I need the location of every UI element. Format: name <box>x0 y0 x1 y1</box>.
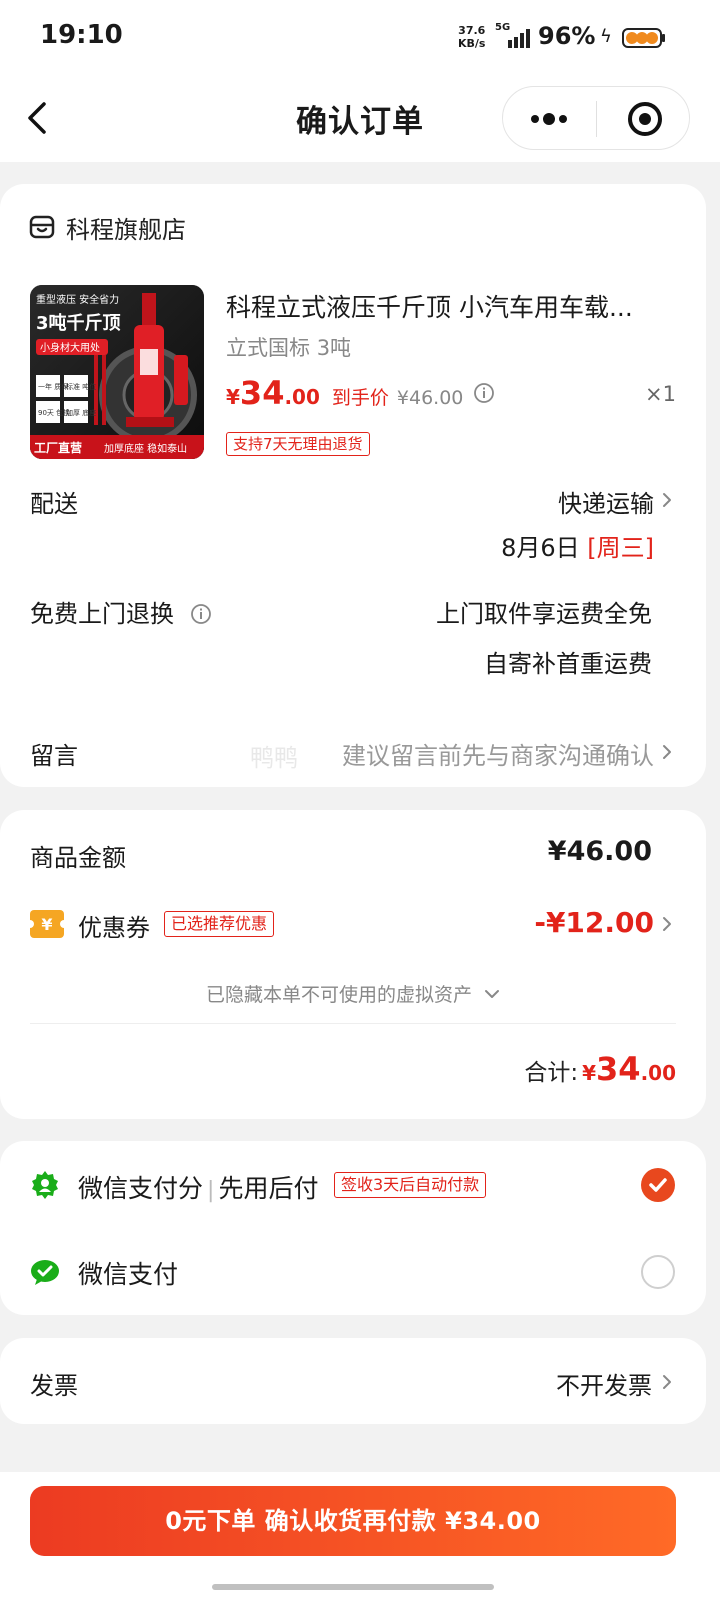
wechat-payscore-icon <box>32 1171 58 1199</box>
price-decimal: .00 <box>284 385 320 409</box>
hidden-assets-toggle[interactable]: 已隐藏本单不可使用的虚拟资产 <box>0 980 706 1007</box>
total-decimal: .00 <box>640 1061 676 1085</box>
wechatpay-name: 微信支付 <box>78 1260 179 1289</box>
price-row: ¥ 34 .00 到手价 ¥46.00 <box>226 374 495 414</box>
chevron-right-icon[interactable] <box>660 914 674 934</box>
img-feature-1: 一年 质保 <box>38 382 68 391</box>
info-icon[interactable] <box>190 603 212 625</box>
miniprogram-capsule <box>502 86 690 150</box>
radio-unselected[interactable] <box>641 1255 675 1289</box>
payment-card: 微信支付分 | 先用后付 签收3天后自动付款 微信支付 <box>0 1141 706 1315</box>
product-image[interactable]: 重型液压 安全省力 3吨千斤顶 小身材大用处 一年 质保 标准 吨位 90天 包… <box>30 285 204 459</box>
divider <box>30 1023 676 1024</box>
chevron-right-icon[interactable] <box>660 1372 674 1392</box>
total-row: 合计: ¥ 34 .00 <box>524 1050 676 1088</box>
target-icon[interactable] <box>625 99 665 139</box>
home-indicator[interactable] <box>212 1584 494 1590</box>
watermark-text: 鸭鸭 <box>250 744 298 772</box>
payscore-tag: 签收3天后自动付款 <box>334 1172 487 1198</box>
bottom-bar: 0元下单 确认收货再付款 ¥34.00 <box>0 1472 720 1600</box>
chevron-right-icon[interactable] <box>660 490 674 510</box>
quantity: ×1 <box>645 382 676 406</box>
payscore-name: 微信支付分 | 先用后付 <box>78 1174 319 1203</box>
payment-option-wechatpay[interactable]: 微信支付 <box>0 1229 706 1315</box>
info-icon[interactable] <box>473 382 495 404</box>
free-return-label: 免费上门退换 <box>30 594 212 629</box>
shop-name: 科程旗舰店 <box>66 215 186 244</box>
submit-order-button[interactable]: 0元下单 确认收货再付款 ¥34.00 <box>30 1486 676 1556</box>
free-return-line2: 自寄补首重运费 <box>484 650 652 678</box>
chevron-right-icon[interactable] <box>660 742 674 762</box>
free-return-line1: 上门取件享运费全免 <box>436 600 652 628</box>
invoice-card[interactable]: 发票 不开发票 <box>0 1338 706 1424</box>
img-feature-2: 标准 吨位 <box>66 382 96 391</box>
shop-header[interactable]: 科程旗舰店 <box>28 210 186 244</box>
goods-amount-label: 商品金额 <box>30 844 126 872</box>
battery-percent: 96% <box>538 22 596 50</box>
product-title[interactable]: 科程立式液压千斤顶 小汽车用车载... <box>226 288 656 324</box>
total-label: 合计: <box>524 1060 579 1086</box>
status-bar: 19:10 37.6 KB/s 5G 96% ϟ <box>0 0 720 76</box>
final-price: ¥46.00 <box>396 387 464 409</box>
coupon-label: 优惠券 <box>78 914 150 942</box>
total-symbol: ¥ <box>582 1061 597 1085</box>
return-policy-tag: 支持7天无理由退货 <box>226 432 370 456</box>
final-price-label: 到手价 <box>331 387 389 409</box>
img-sub-text: 小身材大用处 <box>40 341 100 354</box>
goods-amount: ¥46.00 <box>547 836 652 867</box>
delivery-date: 8月6日 [周三] <box>501 534 654 562</box>
shop-icon <box>29 215 55 239</box>
battery-icon <box>622 28 665 48</box>
total-integer: 34 <box>596 1050 641 1088</box>
amount-card: 商品金额 ¥46.00 ¥ 优惠券 已选推荐优惠 -¥12.00 已隐藏本单不可… <box>0 810 706 1119</box>
delivery-label: 配送 <box>30 490 78 518</box>
wechat-pay-icon <box>31 1260 59 1285</box>
img-feature-4: 加厚 底座 <box>66 408 96 417</box>
coupon-amount[interactable]: -¥12.00 <box>534 906 654 939</box>
net-speed: 37.6 KB/s <box>458 24 486 50</box>
message-label: 留言 <box>30 742 78 770</box>
message-input[interactable]: 建议留言前先与商家沟通确认 <box>342 736 654 771</box>
img-top-text: 重型液压 安全省力 <box>36 293 119 306</box>
check-icon <box>649 1178 667 1192</box>
price-symbol: ¥ <box>226 385 240 409</box>
img-title-text: 3吨千斤顶 <box>36 312 121 334</box>
charging-icon: ϟ <box>600 26 612 47</box>
order-card: 科程旗舰店 重型液压 安全省力 3吨千斤顶 小身材大用处 一年 质保 标准 吨位… <box>0 184 706 787</box>
nav-bar: 确认订单 <box>0 76 720 162</box>
invoice-value[interactable]: 不开发票 <box>556 1366 652 1401</box>
img-banner-right: 加厚底座 稳如泰山 <box>104 442 187 455</box>
signal-icon <box>508 29 530 48</box>
payment-option-payscore[interactable]: 微信支付分 | 先用后付 签收3天后自动付款 <box>0 1141 706 1229</box>
jack-illustration: 重型液压 安全省力 3吨千斤顶 小身材大用处 一年 质保 标准 吨位 90天 包… <box>30 285 204 459</box>
more-dots-icon[interactable] <box>527 101 571 137</box>
svg-text:¥: ¥ <box>41 915 52 934</box>
capsule-divider <box>596 101 597 137</box>
coupon-recommend-tag: 已选推荐优惠 <box>164 911 275 937</box>
status-time: 19:10 <box>40 20 123 50</box>
product-spec: 立式国标 3吨 <box>226 336 352 360</box>
price-integer: 34 <box>239 374 285 412</box>
chevron-down-icon <box>485 990 500 998</box>
invoice-label: 发票 <box>30 1372 78 1400</box>
coupon-icon: ¥ <box>30 910 64 938</box>
delivery-method[interactable]: 快递运输 <box>558 484 654 519</box>
img-banner-left: 工厂直营 <box>34 440 82 455</box>
radio-selected[interactable] <box>641 1168 675 1202</box>
